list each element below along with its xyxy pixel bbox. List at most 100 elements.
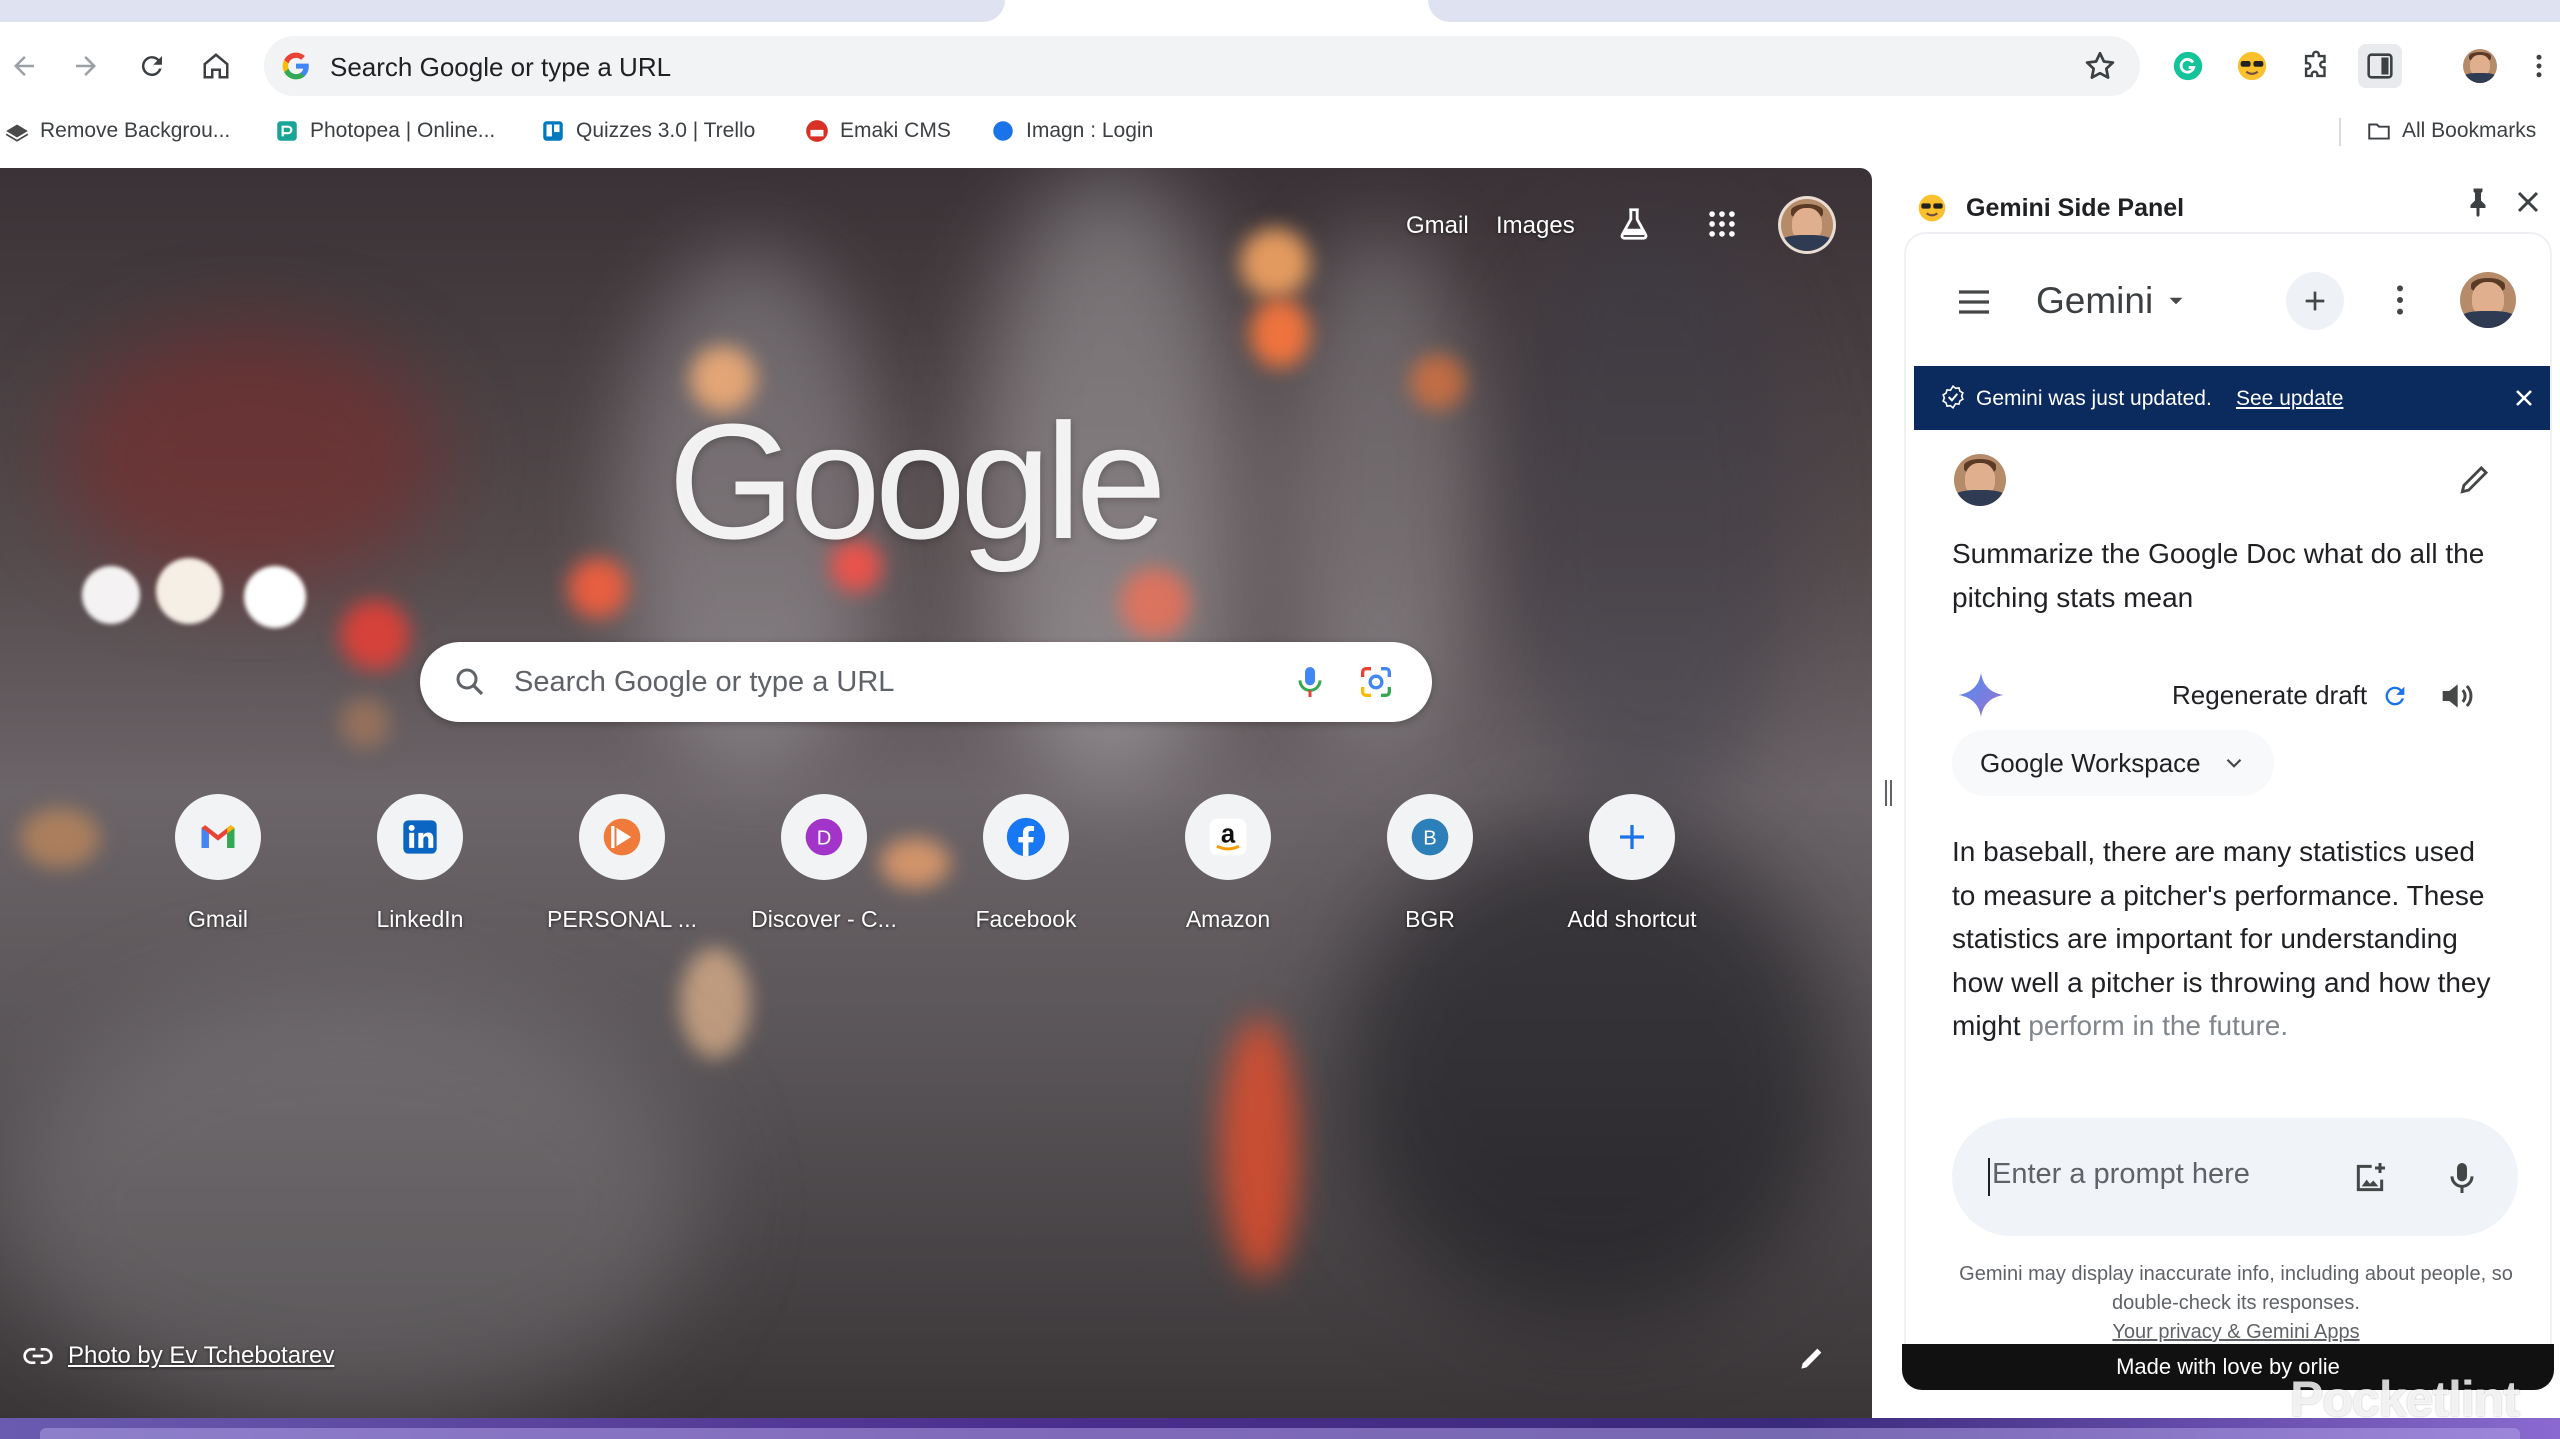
labs-button[interactable] — [1610, 200, 1658, 248]
bookmark-label: Emaki CMS — [840, 119, 951, 142]
shortcut-icon-circle — [175, 794, 261, 880]
side-panel-toggle-button[interactable] — [2358, 44, 2402, 88]
sunglasses-extension-icon[interactable] — [2230, 44, 2274, 88]
edit-prompt-icon[interactable] — [2456, 460, 2494, 498]
gemini-response: In baseball, there are many statistics u… — [1952, 830, 2492, 1048]
account-button[interactable] — [1778, 196, 1836, 254]
gemini-title: Gemini — [2036, 280, 2154, 321]
close-icon[interactable] — [2510, 184, 2546, 220]
shortcut-add[interactable]: Add shortcut — [1540, 780, 1724, 940]
google-apps-button[interactable] — [1698, 200, 1746, 248]
photo-credit-link[interactable]: Photo by Ev Tchebotarev — [22, 1340, 334, 1372]
photo-credit-text: Photo by Ev Tchebotarev — [68, 1342, 335, 1369]
voice-search-icon[interactable] — [1290, 662, 1330, 702]
microphone-icon[interactable] — [2442, 1158, 2482, 1198]
pin-icon[interactable] — [2460, 184, 2496, 220]
bookmark-trello[interactable]: Quizzes 3.0 | Trello — [540, 116, 755, 146]
side-panel-header: Gemini Side Panel — [1916, 180, 2184, 236]
hamburger-menu-icon[interactable] — [1954, 282, 1994, 322]
chevron-down-icon — [2226, 758, 2241, 768]
pocketlint-watermark: Pocketlint — [2290, 1371, 2520, 1427]
gmail-link[interactable]: Gmail — [1406, 212, 1469, 240]
reload-button[interactable] — [130, 44, 174, 88]
speaker-icon[interactable] — [2436, 676, 2476, 716]
shortcut-icon-circle — [1589, 794, 1675, 880]
all-bookmarks-button[interactable]: All Bookmarks — [2366, 116, 2536, 146]
ntp-search-placeholder: Search Google or type a URL — [514, 666, 895, 698]
tab-left[interactable] — [0, 0, 1005, 22]
bookmark-star-icon[interactable] — [2082, 48, 2118, 84]
prompt-input[interactable]: Enter a prompt here — [1952, 1118, 2518, 1236]
reload-icon — [141, 56, 162, 77]
omnibox[interactable]: Search Google or type a URL — [264, 36, 2140, 96]
forward-button[interactable] — [64, 44, 108, 88]
shortcut-label: Discover - C... — [751, 906, 897, 932]
side-panel: Gemini Side Panel Gemini Gemini was just… — [1896, 168, 2560, 1418]
gemini-app-frame: Gemini Gemini was just updated. See upda… — [1904, 232, 2552, 1386]
google-lens-icon[interactable] — [1356, 662, 1396, 702]
bgr-letter: B — [1423, 827, 1436, 849]
gemini-sparkle-icon — [1958, 672, 2004, 718]
emaki-icon — [806, 120, 828, 142]
profile-button[interactable] — [2458, 44, 2502, 88]
bookmark-photopea[interactable]: Photopea | Online... — [274, 116, 495, 146]
remove-bg-icon — [5, 124, 29, 142]
amazon-icon: a — [1209, 818, 1247, 856]
svg-text:a: a — [1221, 821, 1236, 849]
bookmark-remove-bg[interactable]: Remove Backgrou... — [4, 116, 230, 146]
bookmark-label: Imagn : Login — [1026, 119, 1154, 142]
photopea-icon — [277, 121, 297, 141]
chrome-menu-button[interactable] — [2524, 44, 2554, 88]
side-panel-title: Gemini Side Panel — [1966, 193, 2185, 222]
add-image-icon[interactable] — [2350, 1158, 2390, 1198]
shortcut-icon-circle: B — [1387, 794, 1473, 880]
update-banner: Gemini was just updated. See update — [1914, 366, 2550, 430]
workspace-chip-label: Google Workspace — [1980, 747, 2201, 778]
ntp-search-box[interactable]: Search Google or type a URL — [420, 642, 1432, 722]
prompt-placeholder: Enter a prompt here — [1992, 1158, 2250, 1190]
shortcut-bgr[interactable]: B BGR — [1338, 780, 1522, 940]
shortcut-gmail[interactable]: Gmail — [126, 780, 310, 940]
text-caret — [1988, 1158, 1990, 1196]
search-icon — [456, 668, 484, 696]
shortcut-label: LinkedIn — [376, 906, 464, 932]
sunglasses-emoji-icon — [1918, 194, 1946, 222]
see-update-link[interactable]: See update — [2236, 387, 2343, 411]
close-banner-icon[interactable] — [2510, 384, 2538, 412]
bookmark-emaki[interactable]: Emaki CMS — [804, 116, 951, 146]
bookmark-imagn[interactable]: Imagn : Login — [990, 116, 1153, 146]
response-text-faded: perform in the future. — [2028, 1010, 2289, 1041]
puzzle-icon — [2304, 50, 2326, 78]
shortcut-label: Amazon — [1185, 906, 1271, 932]
back-button[interactable] — [2, 44, 46, 88]
shortcut-facebook[interactable]: Facebook — [934, 780, 1118, 940]
tab-right[interactable] — [1428, 0, 2560, 22]
shortcut-amazon[interactable]: a Amazon — [1136, 780, 1320, 940]
personal-icon — [603, 818, 641, 856]
panel-resize-handle[interactable] — [1884, 780, 1894, 806]
new-tab-page: Gmail Images Google Search Google or typ… — [0, 168, 1872, 1418]
kebab-menu-icon — [2536, 54, 2542, 78]
extensions-button[interactable] — [2294, 44, 2338, 88]
gemini-model-selector[interactable]: Gemini — [2036, 280, 2189, 322]
privacy-link[interactable]: Your privacy & Gemini Apps — [1946, 1318, 2526, 1347]
verified-check-icon — [1942, 384, 1964, 410]
regenerate-label: Regenerate draft — [2172, 680, 2368, 710]
grammarly-extension-icon[interactable] — [2166, 44, 2210, 88]
more-options-icon[interactable] — [2380, 280, 2420, 320]
link-icon — [23, 1348, 53, 1364]
trello-icon — [543, 121, 563, 141]
new-chat-button[interactable] — [2286, 272, 2344, 330]
shortcut-personal[interactable]: PERSONAL ... — [530, 780, 714, 940]
google-workspace-chip[interactable]: Google Workspace — [1952, 730, 2274, 796]
shortcut-discover[interactable]: D Discover - C... — [732, 780, 916, 940]
shortcut-linkedin[interactable]: LinkedIn — [328, 780, 512, 940]
regenerate-draft-button[interactable]: Regenerate draft — [2172, 680, 2409, 711]
all-bookmarks-label: All Bookmarks — [2402, 119, 2537, 142]
shortcut-icon-circle — [579, 794, 665, 880]
customize-pencil-icon[interactable] — [1796, 1342, 1828, 1374]
images-link[interactable]: Images — [1496, 212, 1575, 240]
home-button[interactable] — [194, 44, 238, 88]
account-avatar — [1778, 196, 1836, 254]
gemini-account-avatar[interactable] — [2460, 272, 2516, 328]
